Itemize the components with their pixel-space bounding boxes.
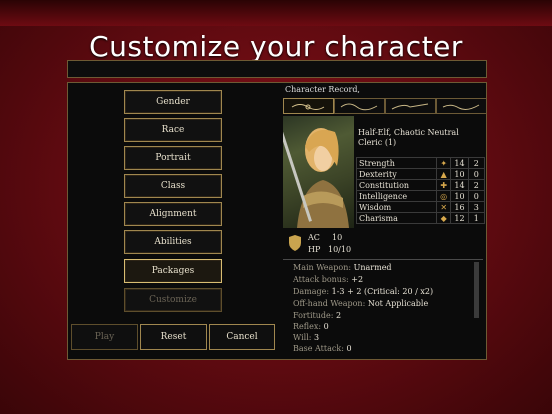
cancel-button[interactable]: Cancel: [209, 324, 275, 350]
play-button: Play: [71, 324, 138, 350]
strength-icon: ✦: [435, 157, 452, 169]
tab-ornament-icon: [442, 104, 480, 110]
record-header: Character Record,: [283, 83, 483, 97]
stat-score: 14: [450, 157, 469, 169]
record-tabs: [283, 98, 487, 114]
character-portrait: [283, 116, 354, 228]
shield-icon: [289, 235, 301, 251]
top-band: [0, 0, 552, 26]
table-row: Wisdom ✕ 16 3: [356, 201, 486, 213]
tab-ornament-icon: [291, 104, 325, 110]
stat-mod: 1: [467, 212, 486, 224]
tab-feats[interactable]: [385, 98, 436, 114]
hp-label: HP: [308, 245, 321, 254]
ac-value: 10: [332, 233, 343, 242]
table-row: Constitution ✚ 14 2: [356, 179, 486, 191]
reset-button[interactable]: Reset: [140, 324, 207, 350]
stat-mod: 2: [467, 179, 486, 191]
stat-score: 10: [450, 190, 469, 202]
race-alignment: Half-Elf, Chaotic Neutral: [358, 128, 459, 137]
details-scrollbar[interactable]: [474, 262, 479, 318]
stat-name: Intelligence: [356, 190, 437, 202]
details-panel: Main Weapon: Unarmed Attack bonus: +2 Da…: [283, 259, 483, 356]
detail-line: Fortitude: 2: [293, 311, 342, 320]
race-button[interactable]: Race: [124, 118, 222, 142]
tab-ornament-icon: [340, 103, 378, 111]
abilities-button[interactable]: Abilities: [124, 230, 222, 254]
armor-hitpoints: AC 10 HP 10/10: [284, 231, 354, 257]
ac-label: AC: [308, 233, 320, 242]
table-row: Dexterity ▲ 10 0: [356, 168, 486, 180]
intelligence-icon: ◎: [435, 190, 452, 202]
charisma-icon: ◆: [435, 212, 452, 224]
detail-line: Attack bonus: +2: [293, 275, 364, 284]
stat-score: 12: [450, 212, 469, 224]
race-alignment-text: Half-Elf, Chaotic Neutral Cleric (1): [358, 128, 483, 148]
detail-line: Reflex: 0: [293, 322, 329, 331]
tab-stats[interactable]: [283, 98, 334, 114]
stat-name: Constitution: [356, 179, 437, 191]
table-row: Charisma ◆ 12 1: [356, 212, 486, 224]
detail-line: Off-hand Weapon: Not Applicable: [293, 299, 429, 308]
customize-button: Customize: [124, 288, 222, 312]
stat-mod: 3: [467, 201, 486, 213]
table-row: Intelligence ◎ 10 0: [356, 190, 486, 202]
class-button[interactable]: Class: [124, 174, 222, 198]
ability-table: Strength ✦ 14 2 Dexterity ▲ 10 0 Constitution ✚…: [356, 157, 486, 224]
tab-ornament-icon: [391, 103, 429, 110]
stat-mod: 0: [467, 190, 486, 202]
detail-line: Main Weapon: Unarmed: [293, 263, 392, 272]
detail-line: Damage: 1-3 + 2 (Critical: 20 / x2): [293, 287, 434, 296]
stat-score: 14: [450, 179, 469, 191]
tab-spells[interactable]: [436, 98, 487, 114]
stat-name: Charisma: [356, 212, 437, 224]
packages-button[interactable]: Packages: [124, 259, 222, 283]
alignment-button[interactable]: Alignment: [124, 202, 222, 226]
stat-name: Dexterity: [356, 168, 437, 180]
stat-mod: 2: [467, 157, 486, 169]
constitution-icon: ✚: [435, 179, 452, 191]
hp-value: 10/10: [328, 245, 352, 254]
stat-name: Wisdom: [356, 201, 437, 213]
detail-line: Base Attack: 0: [293, 344, 352, 353]
gender-button[interactable]: Gender: [124, 90, 222, 114]
class-level: Cleric (1): [358, 138, 397, 147]
portrait-button[interactable]: Portrait: [124, 146, 222, 170]
detail-line: Will: 3: [293, 333, 320, 342]
tab-skills[interactable]: [334, 98, 385, 114]
title-bar: [67, 60, 487, 78]
stat-score: 10: [450, 168, 469, 180]
stat-mod: 0: [467, 168, 486, 180]
page-title: Customize your character: [89, 30, 463, 63]
stat-name: Strength: [356, 157, 437, 169]
table-row: Strength ✦ 14 2: [356, 157, 486, 169]
wisdom-icon: ✕: [435, 201, 452, 213]
dexterity-icon: ▲: [435, 168, 452, 180]
stat-score: 16: [450, 201, 469, 213]
